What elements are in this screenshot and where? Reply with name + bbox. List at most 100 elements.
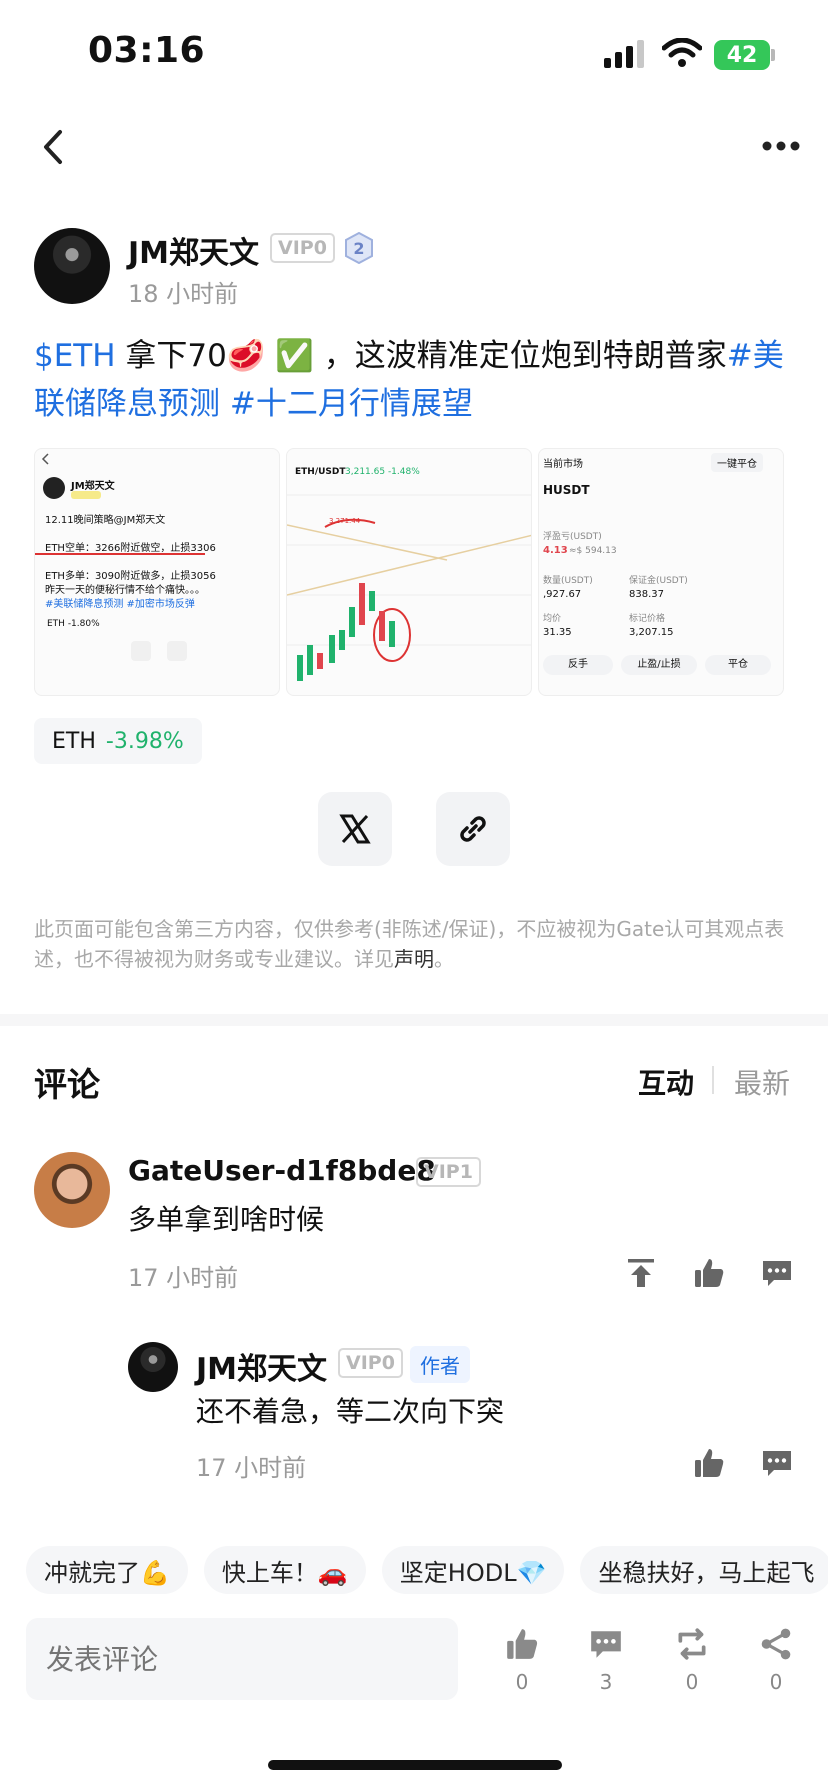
comments-title: 评论 xyxy=(34,1065,100,1104)
reply-author-avatar[interactable] xyxy=(128,1342,178,1392)
author-name[interactable]: JM郑天文 xyxy=(128,228,259,272)
mini-pnl: 4.13 xyxy=(543,545,568,556)
post-image-2[interactable]: ETH/USDT 3,211.65 -1.48% 3,271.44 xyxy=(286,448,532,696)
mini-label: 标记价格 xyxy=(629,614,666,624)
mini-avatar xyxy=(43,477,65,499)
share-x-button[interactable] xyxy=(318,792,392,866)
battery-indicator: 42 xyxy=(714,40,770,70)
commenter-avatar[interactable] xyxy=(34,1152,110,1228)
share-count: 0 xyxy=(769,1670,783,1694)
sort-latest-tab[interactable]: 最新 xyxy=(734,1062,790,1102)
mini-price: 3,211.65 -1.48% xyxy=(345,467,420,477)
mini-line: ETH -1.80% xyxy=(47,619,100,629)
image-gallery[interactable]: JM郑天文 12.11晚间策略@JM郑天文 ETH空单：3266附近做空，止损3… xyxy=(34,448,794,696)
comment-time: 17 小时前 xyxy=(128,1264,239,1292)
back-arrow-icon xyxy=(41,453,49,465)
mini-reverse-btn: 反手 xyxy=(543,655,613,675)
mini-line: 昨天一天的便秘行情不给个痛快。。。 xyxy=(45,585,205,596)
post-image-1[interactable]: JM郑天文 12.11晚间策略@JM郑天文 ETH空单：3266附近做空，止损3… xyxy=(34,448,280,696)
repost-button[interactable]: 0 xyxy=(662,1626,722,1694)
mini-author: JM郑天文 xyxy=(71,481,115,492)
reply-icon[interactable] xyxy=(760,1256,794,1290)
comment-count: 3 xyxy=(599,1670,613,1694)
disclaimer-link[interactable]: 声明 xyxy=(394,947,434,971)
battery-tip xyxy=(771,49,775,61)
post-image-3[interactable]: 当前市场 一键平仓 HUSDT 浮盈亏(USDT) 4.13 ≈$ 594.13… xyxy=(538,448,784,696)
post-text: 拿下70🥩 ✅ ，这波精准定位炮到特朗普家 xyxy=(115,338,727,374)
mini-pnl-sub: ≈$ 594.13 xyxy=(569,546,617,556)
mini-tpsl-btn: 止盈/止损 xyxy=(621,655,697,675)
reply-icon[interactable] xyxy=(760,1446,794,1480)
reply-time: 17 小时前 xyxy=(196,1454,307,1482)
mini-avg: 31.35 xyxy=(543,627,572,638)
chart-level-label: 3,271.44 xyxy=(329,517,361,525)
cellular-signal-icon xyxy=(604,40,644,68)
mini-qty: ,927.67 xyxy=(543,589,582,600)
red-underline xyxy=(35,553,205,555)
disclaimer: 此页面可能包含第三方内容，仅供参考(非陈述/保证)，不应被视为Gate认可其观点… xyxy=(34,914,794,974)
comment-text: 多单拿到啥时候 xyxy=(128,1203,325,1236)
mini-label: 均价 xyxy=(543,614,562,624)
highlight-mark xyxy=(71,491,101,499)
share-button[interactable]: 0 xyxy=(746,1626,806,1694)
section-divider xyxy=(0,1014,828,1026)
level-badge-icon: 2 xyxy=(345,232,373,264)
mini-label: 保证金(USDT) xyxy=(629,576,688,586)
link-icon xyxy=(460,816,486,842)
mini-x-button xyxy=(131,641,151,661)
vip-badge: VIP1 xyxy=(416,1157,481,1187)
mini-margin: 838.37 xyxy=(629,589,664,600)
status-time: 03:16 xyxy=(88,30,206,71)
share-icon xyxy=(761,1628,791,1660)
quick-reply-chip[interactable]: 冲就完了💪 xyxy=(26,1546,188,1594)
home-indicator xyxy=(268,1760,562,1770)
mini-pair: ETH/USDT xyxy=(295,467,346,477)
comment-button[interactable]: 3 xyxy=(576,1626,636,1694)
mini-position-pair: HUSDT xyxy=(543,483,590,497)
reply-author-name[interactable]: JM郑天文 xyxy=(196,1344,327,1388)
more-options-icon[interactable] xyxy=(762,140,800,152)
pin-top-icon[interactable] xyxy=(624,1256,658,1290)
mini-line: 12.11晚间策略@JM郑天文 xyxy=(45,515,166,526)
candlestick-chart: 3,271.44 xyxy=(287,494,531,681)
like-icon xyxy=(507,1629,538,1659)
commenter-name[interactable]: GateUser-d1f8bde8 xyxy=(128,1154,436,1187)
quick-reply-chip[interactable]: 快上车！🚗 xyxy=(203,1546,366,1594)
author-avatar[interactable] xyxy=(34,228,110,304)
mini-market-title: 当前市场 xyxy=(543,459,583,470)
mini-close-all: 一键平仓 xyxy=(711,453,763,472)
comment-input[interactable] xyxy=(26,1618,458,1700)
mini-label: 数量(USDT) xyxy=(543,576,593,586)
vip-badge: VIP0 xyxy=(338,1348,403,1378)
eth-ticker-chip[interactable]: ETH -3.98% xyxy=(34,718,202,764)
mini-line: ETH空单：3266附近做空，止损3306 xyxy=(45,543,216,554)
hashtag-link[interactable]: #十二月行情展望 xyxy=(230,386,473,422)
mini-line: ETH多单：3090附近做多，止损3056 xyxy=(45,571,216,582)
ticker-link[interactable]: $ETH xyxy=(34,338,116,374)
like-button[interactable]: 0 xyxy=(492,1626,552,1694)
repost-icon xyxy=(678,1628,706,1660)
sort-interaction-tab[interactable]: 互动 xyxy=(638,1062,694,1102)
quick-reply-row: 冲就完了💪 快上车！🚗 坚定HODL💎 坐稳扶好，马上起飞 xyxy=(26,1546,828,1594)
mini-link-button xyxy=(167,641,187,661)
back-arrow-icon[interactable] xyxy=(38,128,68,166)
sort-separator xyxy=(712,1066,714,1094)
copy-link-button[interactable] xyxy=(436,792,510,866)
mini-mark: 3,207.15 xyxy=(629,627,674,638)
like-icon[interactable] xyxy=(692,1446,726,1480)
vip-badge: VIP0 xyxy=(270,233,335,263)
x-logo-icon xyxy=(339,814,371,844)
mini-close-btn: 平仓 xyxy=(705,655,771,675)
quick-reply-chip[interactable]: 坚定HODL💎 xyxy=(381,1546,565,1594)
like-count: 0 xyxy=(515,1670,529,1694)
repost-count: 0 xyxy=(685,1670,699,1694)
author-tag: 作者 xyxy=(410,1346,470,1383)
like-icon[interactable] xyxy=(692,1256,726,1290)
post-body: $ETH 拿下70🥩 ✅ ，这波精准定位炮到特朗普家#美联储降息预测 #十二月行… xyxy=(34,332,794,428)
post-time: 18 小时前 xyxy=(128,280,239,308)
mini-line: #美联储降息预测 #加密市场反弹 xyxy=(45,599,195,610)
eth-symbol: ETH xyxy=(52,728,96,754)
disclaimer-end: 。 xyxy=(434,947,454,971)
quick-reply-chip[interactable]: 坐稳扶好，马上起飞 xyxy=(580,1546,828,1594)
mini-label: 浮盈亏(USDT) xyxy=(543,532,602,542)
